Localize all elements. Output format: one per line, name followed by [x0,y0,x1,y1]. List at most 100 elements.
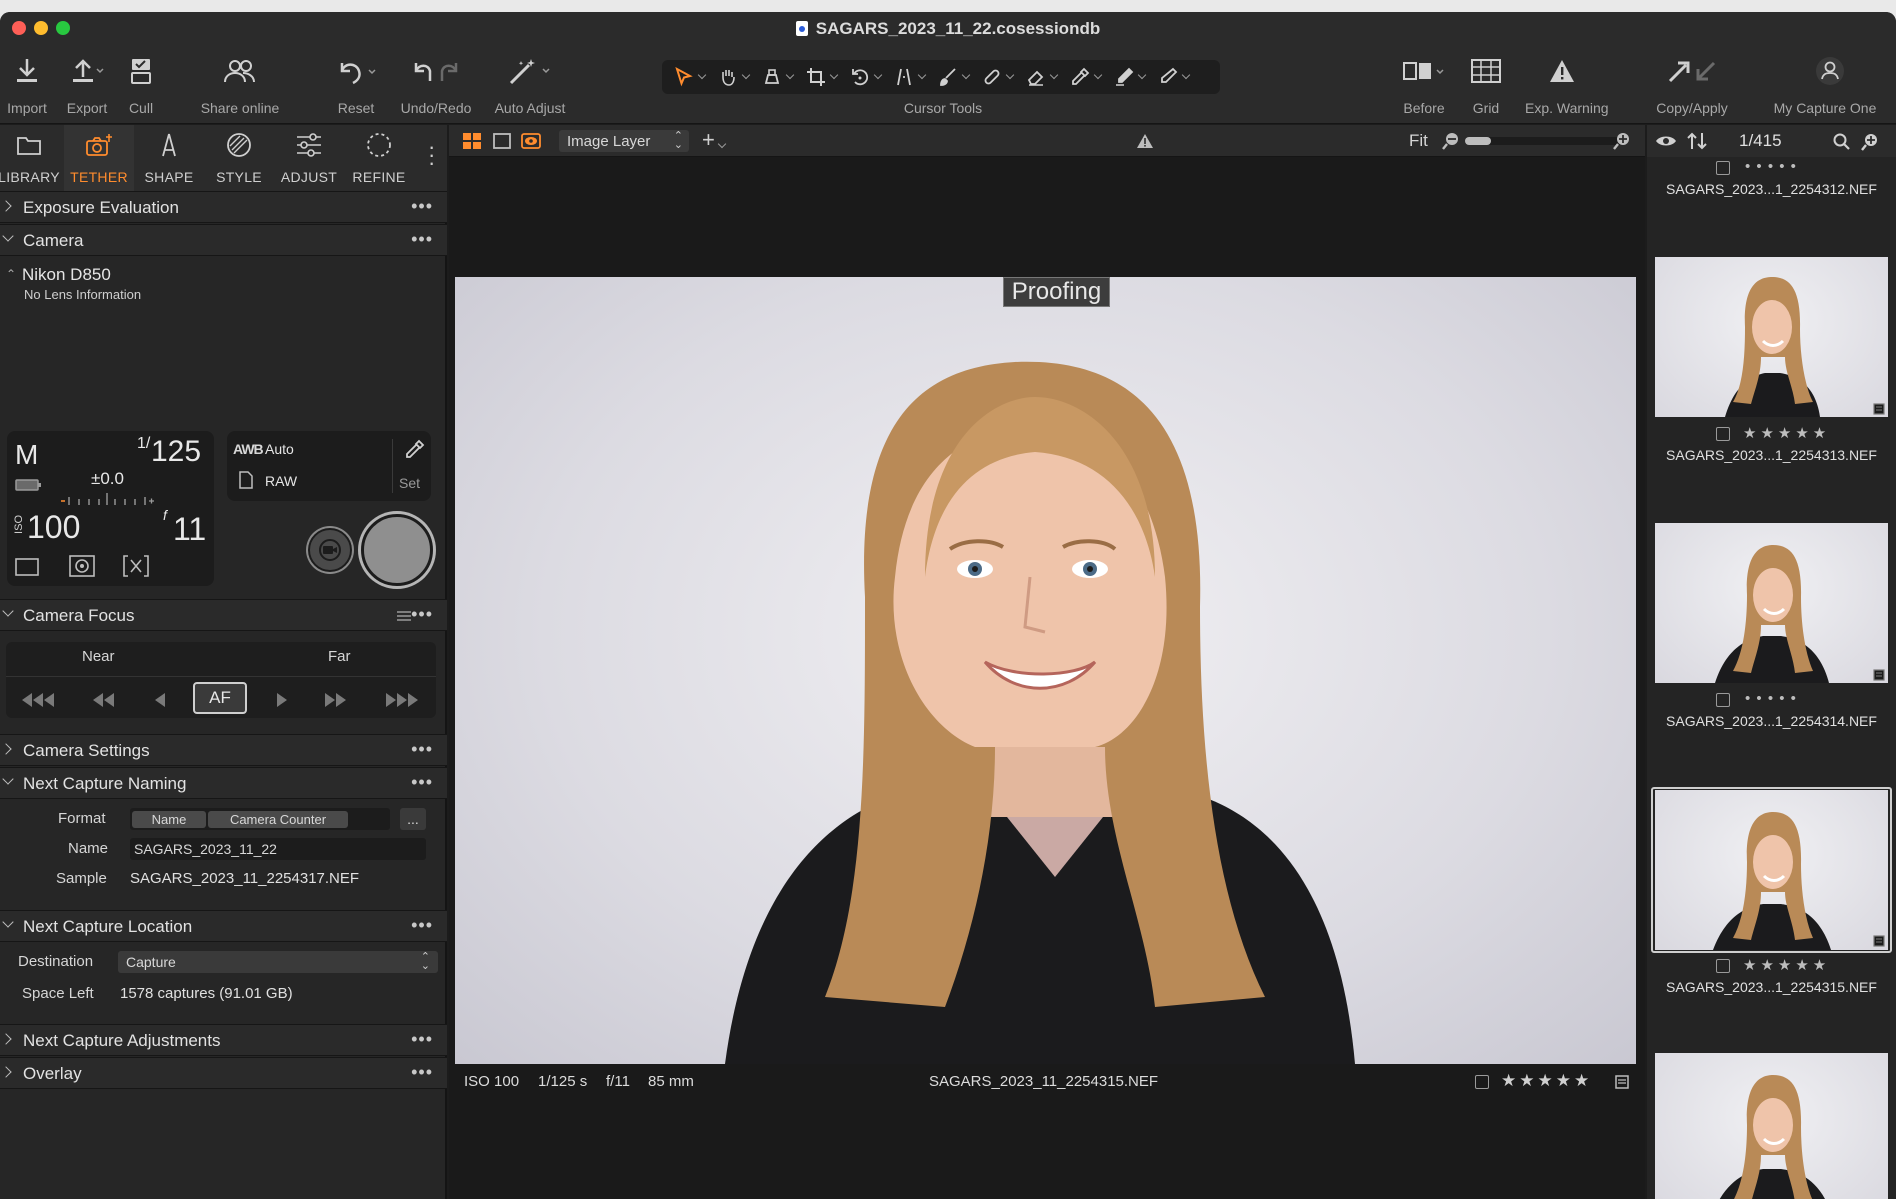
more-icon[interactable]: ••• [411,1062,433,1083]
token-camera-counter[interactable]: Camera Counter [208,811,348,828]
loupe-tool-button[interactable] [756,64,798,90]
zoom-slider[interactable] [1465,137,1625,145]
rotate-tool-button[interactable] [844,64,886,90]
crop-tool-button[interactable] [800,64,842,90]
focus-near-medium-icon[interactable] [92,692,116,708]
before-button[interactable]: Before [1398,44,1450,124]
live-view-button[interactable] [308,528,352,572]
focus-near-small-icon[interactable] [154,692,166,708]
camera-model[interactable]: Nikon D850 [22,265,111,285]
pan-tool-button[interactable] [712,64,754,90]
autofocus-button[interactable]: AF [193,682,247,714]
aperture-value[interactable]: 11 [173,511,206,548]
tab-refine[interactable]: REFINE [344,125,414,191]
browser-item[interactable]: ★★★★★ SAGARS_2023...1_2254313.NEF [1651,257,1892,507]
section-camera[interactable]: Camera ••• [0,224,447,256]
browser-item[interactable]: • • • • • SAGARS_2023...1_2254312.NEF [1651,158,1892,219]
destination-select[interactable]: Capture ⌃ ⌄ [118,951,438,973]
more-icon[interactable]: ••• [411,739,433,760]
more-icon[interactable]: ••• [411,1029,433,1050]
capture-button[interactable] [361,514,433,586]
file-format-value[interactable]: RAW [265,473,297,489]
browser-item[interactable]: • • • • • SAGARS_2023...1_2254314.NEF [1651,523,1892,773]
undo-redo-button[interactable]: Undo/Redo [401,44,471,124]
multi-view-icon[interactable] [463,133,481,149]
grid-button[interactable]: Grid [1470,44,1502,124]
section-camera-settings[interactable]: Camera Settings ••• [0,734,447,766]
browser-zoom-icon[interactable] [1861,133,1879,151]
exposure-warning-button[interactable]: Exp. Warning [1525,44,1609,124]
shutter-speed[interactable]: 125 [151,435,201,469]
focus-far-medium-icon[interactable] [324,692,348,708]
token-name[interactable]: Name [132,811,206,828]
viewer-select-checkbox[interactable] [1475,1075,1489,1089]
white-balance-value[interactable]: Auto [265,441,294,457]
copy-apply-button[interactable]: Copy/Apply [1656,44,1728,124]
more-icon[interactable]: ••• [411,196,433,217]
tab-tether[interactable]: TETHER [64,125,134,191]
zoom-slider-handle[interactable] [1465,137,1491,145]
viewer-star-rating[interactable]: ★★★★★ [1501,1071,1592,1091]
auto-adjust-button[interactable]: Auto Adjust [495,44,565,124]
section-next-capture-location[interactable]: Next Capture Location ••• [0,910,447,942]
warning-icon[interactable] [1136,133,1154,149]
camera-select-stepper-icon[interactable]: ⌃ [6,267,16,281]
exposure-compensation[interactable]: ±0.0 [91,469,124,489]
single-view-icon[interactable] [493,133,511,149]
tabs-more-menu[interactable]: · · · [428,136,435,174]
focus-far-large-icon[interactable] [384,692,420,708]
section-overlay[interactable]: Overlay ••• [0,1057,447,1089]
single-shot-icon[interactable] [15,557,39,577]
focus-far-small-icon[interactable] [276,692,288,708]
my-capture-one-button[interactable]: My Capture One [1774,44,1876,124]
eye-icon[interactable] [1655,134,1677,148]
exposure-mode[interactable]: M [15,439,38,471]
layer-select[interactable]: Image Layer ⌃ ⌄ [559,130,689,152]
thumb-rating[interactable]: • • • • • [1745,158,1797,175]
thumb-checkbox[interactable] [1716,427,1730,441]
tab-adjust[interactable]: ADJUST [274,125,344,191]
main-photo[interactable]: Proofing [455,277,1636,1064]
more-icon[interactable]: ••• [411,772,433,793]
more-icon[interactable]: ••• [411,915,433,936]
erase-tool-button[interactable] [1020,64,1062,90]
annotate-tool-button[interactable] [1108,64,1150,90]
browser-item-selected[interactable]: ★★★★★ SAGARS_2023...1_2254315.NEF [1651,787,1892,1037]
zoom-fit-button[interactable]: Fit [1409,131,1428,151]
tab-library[interactable]: LIBRARY [0,125,64,191]
sort-icon[interactable] [1687,132,1707,150]
cull-button[interactable]: Cull [124,44,158,124]
zoom-out-icon[interactable] [1442,132,1460,150]
select-tool-button[interactable] [668,64,710,90]
browser-item[interactable] [1651,1053,1892,1199]
proof-eye-icon[interactable] [521,133,541,149]
section-next-capture-naming[interactable]: Next Capture Naming ••• [0,767,447,799]
thumb-checkbox[interactable] [1716,693,1730,707]
format-token-field[interactable]: Name Camera Counter [130,808,390,830]
more-icon[interactable]: ••• [411,229,433,250]
format-edit-button[interactable]: ... [400,808,426,830]
zoom-in-icon[interactable] [1613,132,1631,150]
name-input[interactable]: SAGARS_2023_11_22 [130,838,426,860]
search-icon[interactable] [1833,133,1851,151]
focus-near-large-icon[interactable] [20,692,56,708]
share-online-button[interactable]: Share online [201,44,279,124]
picker-tool-button[interactable] [1064,64,1106,90]
metering-icon[interactable] [69,555,95,577]
thumb-checkbox[interactable] [1716,161,1730,175]
section-camera-focus[interactable]: Camera Focus ••• [0,599,447,631]
thumb-rating[interactable]: ★★★★★ [1743,956,1830,974]
wb-set-button[interactable]: Set [399,475,420,491]
color-tag-icon[interactable] [1615,1075,1629,1089]
tab-style[interactable]: STYLE [204,125,274,191]
tab-shape[interactable]: SHAPE [134,125,204,191]
eyedropper-icon[interactable] [403,439,425,461]
thumb-rating[interactable]: ★★★★★ [1743,424,1830,442]
thumb-checkbox[interactable] [1716,959,1730,973]
iso-value[interactable]: 100 [27,509,80,546]
section-next-capture-adjustments[interactable]: Next Capture Adjustments ••• [0,1024,447,1056]
list-icon[interactable] [397,610,411,622]
reset-button[interactable]: Reset [330,44,382,124]
section-exposure-evaluation[interactable]: Exposure Evaluation ••• [0,191,447,223]
more-icon[interactable]: ••• [411,604,433,625]
